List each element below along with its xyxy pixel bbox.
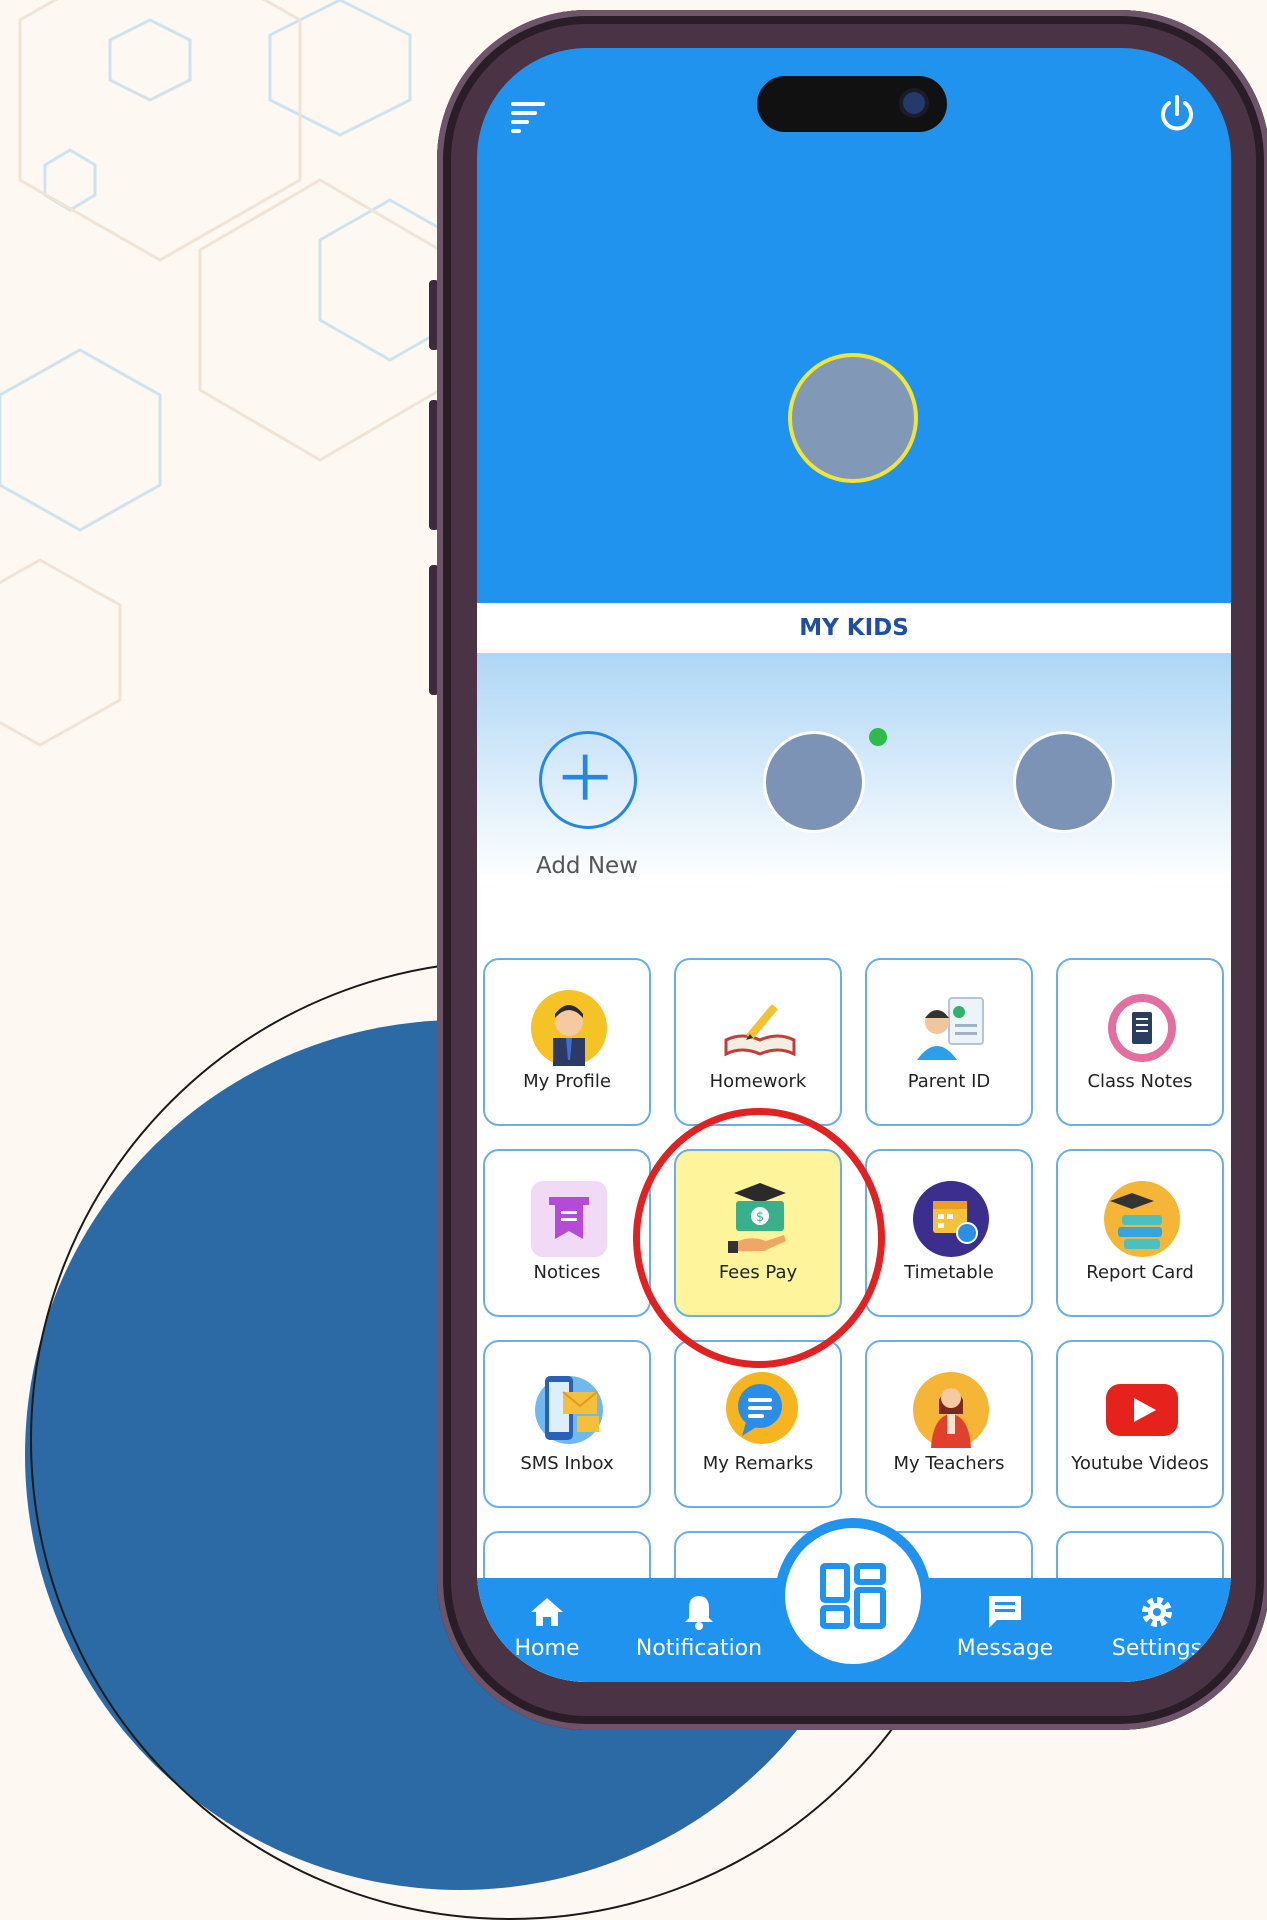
nav-home[interactable]: Home [477, 1592, 617, 1661]
tile-my-teachers[interactable]: My Teachers [865, 1340, 1033, 1508]
parent-avatar[interactable] [788, 353, 918, 483]
youtube-icon [1106, 1384, 1178, 1436]
calendar-icon [913, 1181, 989, 1257]
bell-icon [685, 1596, 713, 1630]
tile-label: Notices [533, 1262, 601, 1283]
tile-label: Timetable [904, 1262, 994, 1283]
book-pencil-icon [724, 1004, 796, 1057]
highlight-annotation-circle [633, 1108, 885, 1368]
notice-icon [531, 1181, 607, 1257]
tile-my-profile[interactable]: My Profile [483, 958, 651, 1126]
dynamic-island [757, 76, 947, 132]
add-kid-button[interactable] [539, 731, 637, 829]
tile-label: My Remarks [702, 1453, 814, 1474]
tile-label: Class Notes [1087, 1071, 1193, 1092]
tile-class-notes[interactable]: Class Notes [1056, 958, 1224, 1126]
menu-icon[interactable] [509, 96, 549, 136]
dashboard-button[interactable] [785, 1528, 921, 1664]
tile-label: Homework [709, 1071, 807, 1092]
tile-label: My Teachers [893, 1453, 1005, 1474]
id-card-icon [917, 997, 984, 1060]
nav-notification[interactable]: Notification [629, 1592, 769, 1661]
home-icon [531, 1598, 563, 1626]
tile-homework[interactable]: Homework [674, 958, 842, 1126]
student-icon [531, 990, 607, 1066]
camera-icon [903, 92, 925, 114]
tile-timetable[interactable]: Timetable [865, 1149, 1033, 1317]
sms-phone-icon [535, 1376, 603, 1444]
add-new-label: Add New [535, 853, 638, 879]
nav-notification-label: Notification [635, 1636, 763, 1661]
nav-message[interactable]: Message [935, 1592, 1075, 1661]
tile-parent-id[interactable]: Parent ID [865, 958, 1033, 1126]
tile-report-card[interactable]: Report Card [1056, 1149, 1224, 1317]
kid-avatar[interactable] [1013, 731, 1115, 833]
nav-message-label: Message [956, 1636, 1054, 1661]
gear-icon [1142, 1597, 1172, 1627]
graduation-books-icon [1104, 1181, 1180, 1257]
tile-notices[interactable]: Notices [483, 1149, 651, 1317]
teacher-icon [913, 1372, 989, 1448]
active-kid-indicator [869, 728, 887, 746]
my-kids-title: MY KIDS [477, 603, 1231, 653]
nav-settings[interactable]: Settings [1087, 1592, 1227, 1661]
message-icon [989, 1596, 1021, 1628]
plus-icon [562, 754, 608, 800]
kids-list: Add New [477, 653, 1231, 883]
dashboard-grid-icon [820, 1563, 886, 1629]
power-icon[interactable] [1155, 92, 1199, 136]
chat-bubble-icon [726, 1372, 798, 1444]
tile-sms-inbox[interactable]: SMS Inbox [483, 1340, 651, 1508]
tile-label: My Profile [523, 1071, 611, 1092]
nav-settings-label: Settings [1111, 1636, 1203, 1661]
tile-label: SMS Inbox [520, 1453, 614, 1474]
clipboard-icon [1108, 994, 1176, 1062]
tile-label: Youtube Videos [1071, 1453, 1209, 1474]
app-screen: MY KIDS Add New My Profile Homework Pare… [477, 48, 1231, 1682]
tile-label: Parent ID [907, 1071, 991, 1092]
kid-avatar[interactable] [763, 731, 865, 833]
tile-youtube-videos[interactable]: Youtube Videos [1056, 1340, 1224, 1508]
nav-home-label: Home [514, 1636, 580, 1661]
tile-label: Report Card [1086, 1262, 1194, 1283]
